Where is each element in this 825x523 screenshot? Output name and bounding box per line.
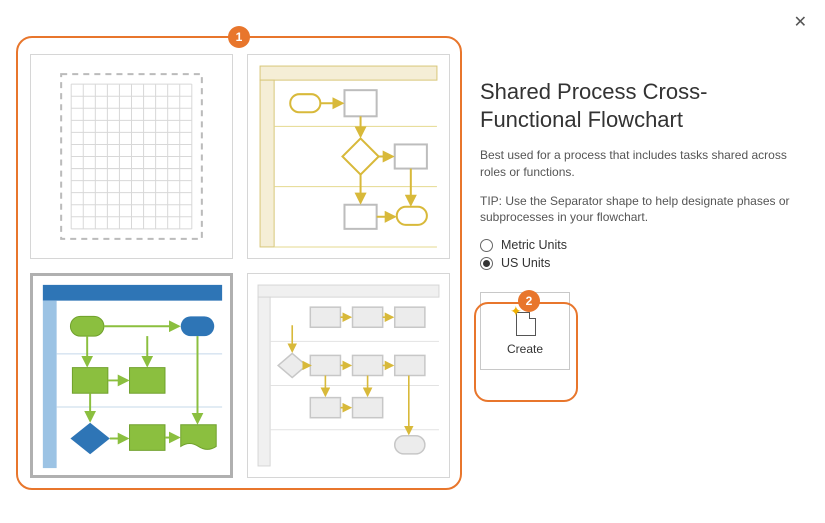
template-dialog: 1 (0, 0, 825, 523)
template-title: Shared Process Cross-Functional Flowchar… (480, 78, 795, 133)
template-thumb-detailed-flowchart[interactable] (247, 273, 450, 478)
create-region: 2 ✦ Create (480, 292, 590, 370)
radio-metric-units[interactable]: Metric Units (480, 238, 795, 252)
template-tip: TIP: Use the Separator shape to help des… (480, 193, 795, 227)
close-icon[interactable]: ✕ (794, 12, 807, 32)
create-button-label: Create (507, 342, 543, 356)
radio-icon (480, 257, 493, 270)
template-thumb-blank[interactable] (30, 54, 233, 259)
template-thumb-cross-functional[interactable] (30, 273, 233, 478)
radio-us-units[interactable]: US Units (480, 256, 795, 270)
template-gallery (20, 28, 460, 488)
template-gallery-region: 1 (20, 28, 460, 488)
units-group: Metric Units US Units (480, 238, 795, 270)
template-info-panel: Shared Process Cross-Functional Flowchar… (480, 28, 805, 503)
radio-icon (480, 239, 493, 252)
radio-label: US Units (501, 256, 550, 270)
callout-badge-1: 1 (228, 26, 250, 48)
radio-label: Metric Units (501, 238, 567, 252)
template-thumb-basic-flowchart[interactable] (247, 54, 450, 259)
template-description: Best used for a process that includes ta… (480, 147, 795, 181)
